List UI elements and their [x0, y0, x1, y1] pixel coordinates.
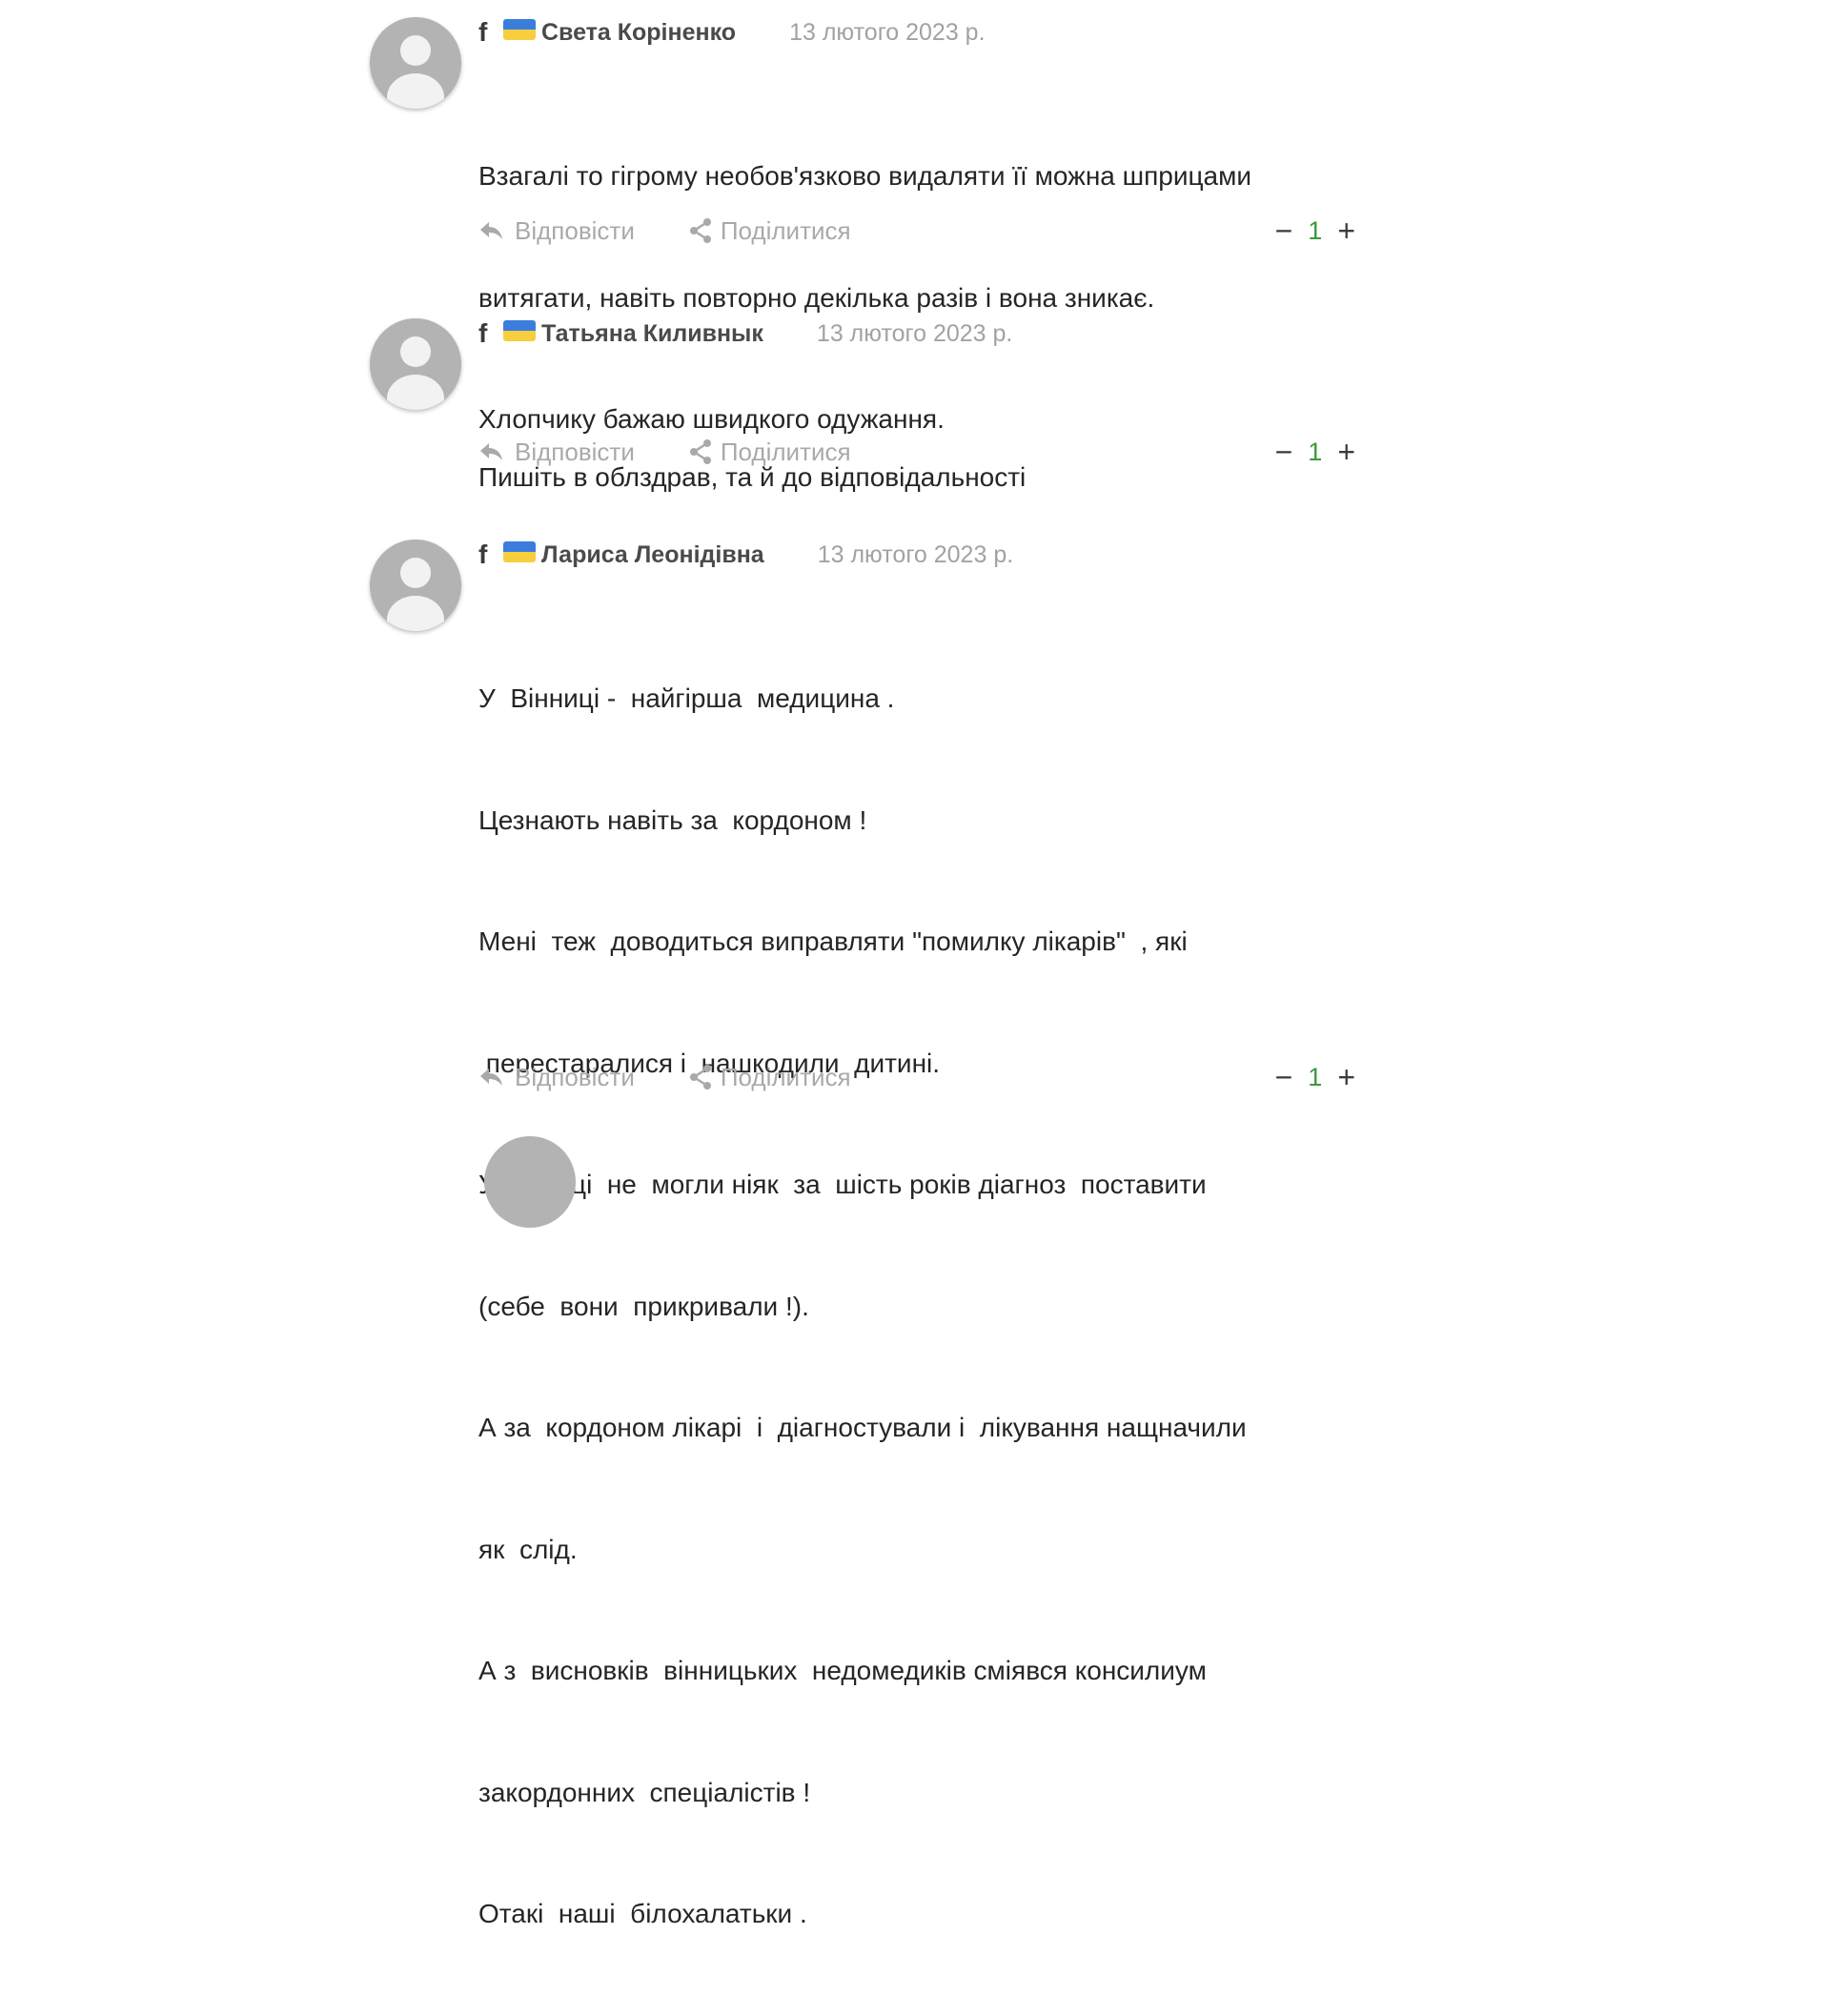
comment-author[interactable]: Лариса Леонідівна: [541, 541, 764, 569]
vote-count: 1: [1308, 215, 1323, 245]
vote-up-button[interactable]: +: [1337, 1062, 1355, 1092]
vote-up-button[interactable]: +: [1337, 437, 1355, 467]
reply-label: Відповісти: [515, 215, 635, 245]
user-avatar-icon[interactable]: [370, 540, 461, 631]
vote-count: 1: [1308, 1062, 1323, 1091]
comment-date: 13 лютого 2023 р.: [817, 540, 1014, 568]
comment-text-line: Отакі наші білохалатьки .: [478, 1899, 807, 1928]
user-avatar-icon[interactable]: [370, 318, 461, 410]
reply-label: Відповісти: [515, 1062, 635, 1091]
comment-text-line: Мені теж доводиться виправляти "помилку …: [478, 927, 1188, 956]
reply-button[interactable]: Відповісти: [478, 438, 635, 467]
comments-list: f Света Коріненко 13 лютого 2023 р. Взаг…: [0, 0, 1830, 1928]
vote-control: − 1 +: [1275, 437, 1355, 467]
vote-count: 1: [1308, 437, 1323, 466]
share-button[interactable]: Поділитися: [688, 216, 851, 246]
reply-arrow-icon: [480, 1069, 502, 1086]
share-button[interactable]: Поділитися: [688, 1063, 851, 1092]
comment-text-line: Взагалі то гігрому необов'язково видалят…: [478, 161, 1251, 191]
share-button[interactable]: Поділитися: [688, 438, 851, 467]
reply-arrow-icon: [480, 443, 502, 460]
share-icon: [689, 439, 711, 464]
share-icon: [689, 218, 711, 243]
comment-text-line: А з висновків вінницьких недомедиків смі…: [478, 1656, 1207, 1685]
reply-arrow-icon: [480, 222, 502, 239]
reply-button[interactable]: Відповісти: [478, 216, 635, 246]
comment: f Света Коріненко 13 лютого 2023 р. Взаг…: [362, 0, 1355, 434]
comment-text-line: А за кордоном лікарі і діагностували і л…: [478, 1413, 1247, 1442]
next-comment-avatar-icon: [484, 1136, 576, 1228]
comment-text-line: закордонних спеціалістів !: [478, 1777, 811, 1807]
user-avatar-icon[interactable]: [370, 17, 461, 109]
comment-author[interactable]: Татьяна Киливнык: [541, 320, 763, 348]
vote-down-button[interactable]: −: [1275, 1062, 1293, 1092]
vote-control: − 1 +: [1275, 1062, 1355, 1092]
vote-down-button[interactable]: −: [1275, 215, 1293, 246]
comment-text-line: (себе вони прикривали !).: [478, 1291, 809, 1321]
share-label: Поділитися: [720, 437, 851, 466]
comment-text: У Вінниці - найгірша медицина . Цезнають…: [478, 598, 1247, 2016]
facebook-icon: f: [478, 318, 488, 348]
reply-label: Відповісти: [515, 437, 635, 466]
share-icon: [689, 1065, 711, 1089]
comment: f Лариса Леонідівна 13 лютого 2023 р. У …: [362, 522, 1355, 1928]
comment-actions: Відповісти Поділитися − 1 +: [478, 212, 1355, 250]
comment-text-line: Цезнають навіть за кордоном !: [478, 804, 867, 835]
comment-text-line: У Вінниці - найгірша медицина .: [478, 683, 895, 713]
comment-header: f Света Коріненко 13 лютого 2023 р.: [478, 13, 986, 51]
comment-actions: Відповісти Поділитися − 1 +: [478, 433, 1355, 471]
vote-up-button[interactable]: +: [1337, 215, 1355, 246]
share-label: Поділитися: [720, 215, 851, 245]
comment-header: f Лариса Леонідівна 13 лютого 2023 р.: [478, 536, 1013, 574]
facebook-icon: f: [478, 540, 488, 569]
comment-text-line: У Вінниці не могли ніяк за шість років д…: [478, 1170, 1207, 1199]
vote-control: − 1 +: [1275, 215, 1355, 246]
comment-text-line: як слід.: [478, 1534, 578, 1564]
facebook-icon: f: [478, 17, 488, 47]
vote-down-button[interactable]: −: [1275, 437, 1293, 467]
comment-actions: Відповісти Поділитися − 1 +: [478, 1058, 1355, 1096]
comment-date: 13 лютого 2023 р.: [789, 18, 986, 46]
ukraine-flag-icon: [503, 541, 536, 562]
ukraine-flag-icon: [503, 19, 536, 40]
ukraine-flag-icon: [503, 320, 536, 341]
reply-button[interactable]: Відповісти: [478, 1063, 635, 1092]
share-label: Поділитися: [720, 1062, 851, 1091]
comment-header: f Татьяна Киливнык 13 лютого 2023 р.: [478, 315, 1012, 353]
comment: f Татьяна Киливнык 13 лютого 2023 р. Пиш…: [362, 301, 1355, 492]
comment-date: 13 лютого 2023 р.: [816, 319, 1013, 347]
comment-author[interactable]: Света Коріненко: [541, 19, 736, 47]
